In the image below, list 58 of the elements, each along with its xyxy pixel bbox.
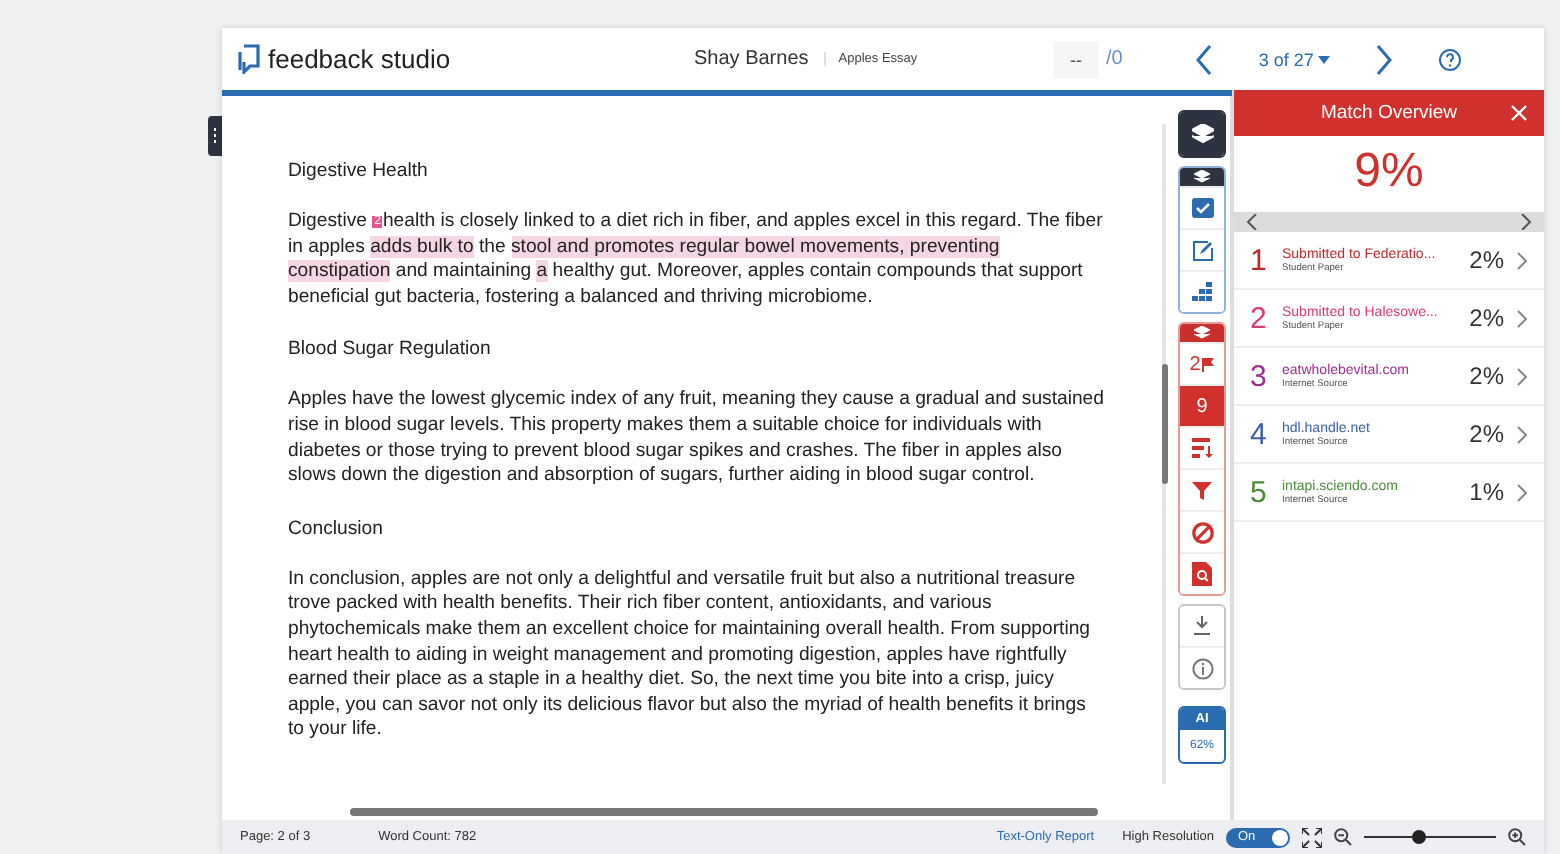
chevron-icon xyxy=(1516,425,1528,443)
layer-icon xyxy=(1194,326,1210,340)
close-icon[interactable] xyxy=(1510,104,1528,122)
paragraph: In conclusion, apples are not only a delightful and versatile fruit but also a nutritional treasure trove packed with health benefits. Their rich fiber content, antioxidants, and various phytochemicals make them an excellent choice for maintaining overall health. From supporting heart health to aiding in weight management and promoting digestion, apples have rightfully earned their place as a staple in a healthy diet. So, the next time you bite into a crisp, juicy apple, you can savor not only its delicious flavor but also the myriad of health benefits it brings to your life. xyxy=(288,567,1093,744)
paper-selector[interactable]: 3 of 27 xyxy=(1258,49,1314,69)
info-icon xyxy=(1191,657,1213,679)
help-icon[interactable] xyxy=(1437,47,1462,71)
document-search-icon xyxy=(1192,562,1212,586)
paragraph: Apples have the lowest glycemic index of any fruit, meaning they cause a gradual and sustained rise in blood sugar levels. This property makes them a suitable choice for individuals with diabetes or those trying to prevent blood sugar spikes and crashes. The fiber in apples also slows down the digestion and absorption of sugars, further aiding in blood sugar control. xyxy=(288,388,1104,490)
count-tool[interactable]: 9 xyxy=(1180,384,1224,426)
next-icon[interactable] xyxy=(1373,43,1394,75)
previous-icon[interactable] xyxy=(1194,43,1215,75)
grade-total: /0 xyxy=(1106,48,1123,70)
match-number: 4 xyxy=(1250,417,1269,451)
match-number: 1 xyxy=(1250,243,1269,277)
chevron-icon xyxy=(1516,367,1528,385)
match-percent: 2% xyxy=(1469,420,1504,448)
match-percent: 1% xyxy=(1469,478,1504,506)
prohibited-icon xyxy=(1191,521,1213,543)
layers-tool[interactable] xyxy=(1180,112,1224,156)
filter-icon xyxy=(1192,481,1212,499)
edit-icon xyxy=(1191,239,1213,261)
layers-icon xyxy=(1191,124,1213,144)
scroll-left-icon[interactable] xyxy=(1246,214,1258,230)
chevron-icon xyxy=(1516,483,1528,501)
similarity-score: 9% xyxy=(1352,142,1426,202)
match-percent: 2% xyxy=(1469,304,1504,332)
docsearch-tool[interactable] xyxy=(1180,552,1224,594)
caret-icon[interactable] xyxy=(1317,55,1330,63)
match-number: 5 xyxy=(1250,475,1269,509)
app-logo: feedback studio xyxy=(268,44,451,74)
fullscreen-icon[interactable] xyxy=(1302,827,1322,847)
horizontal-scrollbar[interactable] xyxy=(350,808,1098,816)
section-heading: Blood Sugar Regulation xyxy=(288,338,493,361)
chevron-icon xyxy=(1516,251,1528,269)
grade-field[interactable]: -- xyxy=(1054,41,1098,77)
flag-icon xyxy=(1202,357,1215,371)
section-heading: Conclusion xyxy=(288,517,385,540)
list-icon xyxy=(1191,438,1213,458)
panel-title: Match Overview xyxy=(1320,102,1458,124)
match-number: 3 xyxy=(1250,359,1269,393)
chevron-icon xyxy=(1516,309,1528,327)
checkbox-icon xyxy=(1191,198,1213,218)
grid-tool[interactable] xyxy=(1180,270,1224,312)
download-icon xyxy=(1192,616,1212,636)
zoom-in-icon[interactable] xyxy=(1508,828,1526,846)
logo-icon xyxy=(238,44,262,74)
panel-handle[interactable] xyxy=(208,116,222,156)
info-tool[interactable] xyxy=(1180,646,1224,688)
scroll-right-icon[interactable] xyxy=(1520,214,1532,230)
zoom-out-icon[interactable] xyxy=(1334,828,1352,846)
grid-icon xyxy=(1191,282,1213,302)
student-name: Shay Barnes xyxy=(694,48,809,70)
match-number: 2 xyxy=(1250,301,1269,335)
match-percent: 2% xyxy=(1469,246,1504,274)
match-percent: 2% xyxy=(1469,362,1504,390)
section-heading: Digestive Health xyxy=(288,160,430,182)
layer-icon xyxy=(1194,170,1210,184)
